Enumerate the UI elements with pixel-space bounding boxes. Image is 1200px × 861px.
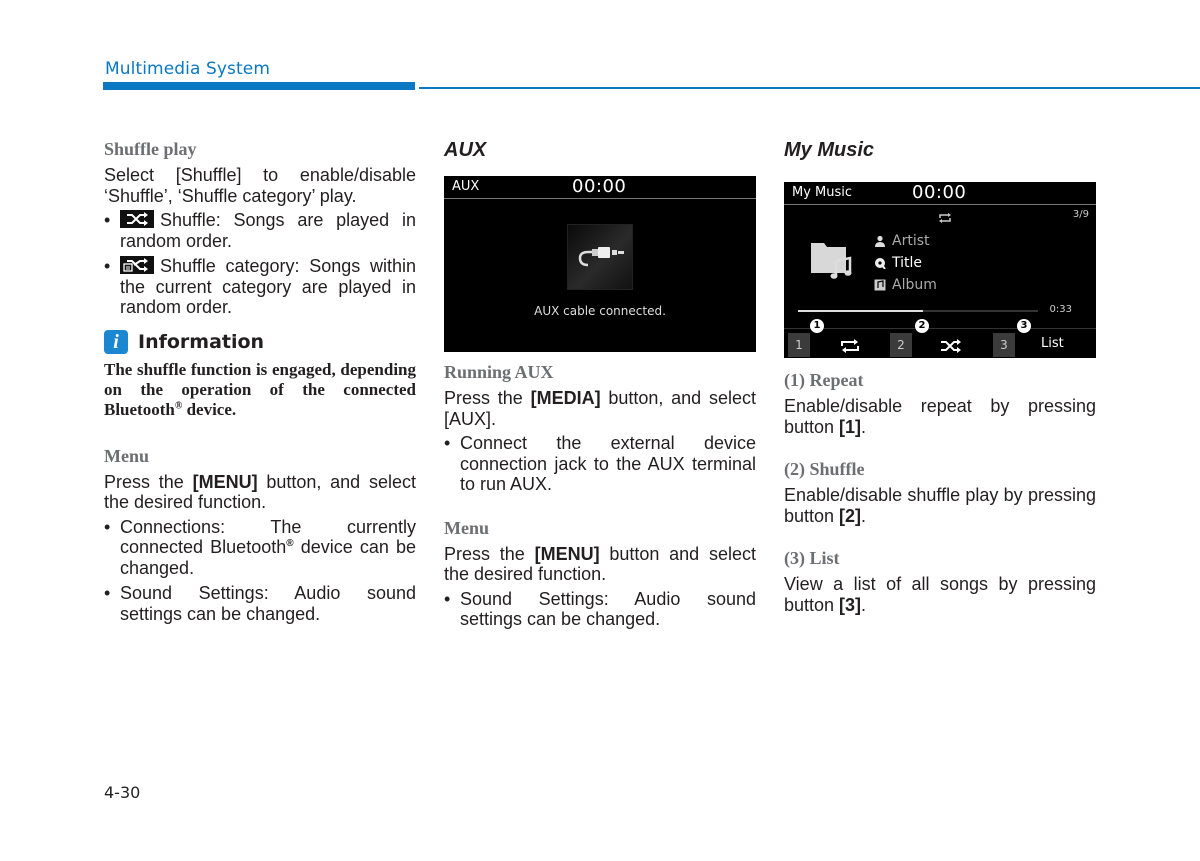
shuffle-play-heading: Shuffle play [104, 139, 197, 159]
my-music-clock: 00:00 [912, 182, 967, 203]
repeat-heading: (1) Repeat [784, 370, 864, 390]
button-2-shuffle[interactable]: 2 [890, 333, 912, 357]
shuffle-bullet-text: Shuffle: Songs are played in random orde… [120, 210, 416, 251]
aux-menu-pre: Press the [444, 543, 535, 564]
artist-icon [875, 235, 885, 247]
page-number: 4-30 [104, 783, 141, 802]
my-music-item-repeat: (1) Repeat Enable/disable repeat by pres… [784, 370, 1096, 437]
shuffle-heading: (2) Shuffle [784, 459, 865, 479]
button-ref-1: [1] [839, 416, 862, 437]
album-row: Album [874, 274, 937, 296]
menu-button-ref: [MENU] [192, 471, 258, 492]
shuffle-text: Enable/disable shuffle play by pressing … [784, 485, 1096, 526]
header-rule-thin [419, 87, 1200, 89]
progress-fill [798, 310, 923, 312]
list-text-pre: View a list of all songs by pressing but… [784, 574, 1096, 615]
shuffle-text-post: . [861, 505, 867, 526]
callout-1: 1 [810, 319, 824, 333]
information-text-main: The shuffle function is engaged, dependi… [104, 359, 416, 419]
title-row: Title [874, 252, 937, 274]
shuffle-category-icon [120, 256, 154, 274]
repeat-text-post: . [861, 416, 867, 437]
aux-screen: AUX 00:00 AUX cable connected. [444, 176, 756, 352]
information-text-end: device. [182, 399, 237, 419]
button-ref-3: [3] [839, 594, 862, 615]
aux-status-message: AUX cable connected. [534, 304, 666, 318]
button-ref-2: [2] [839, 505, 862, 526]
running-aux-bullets: Connect the external device connection j… [444, 433, 756, 495]
aux-heading: AUX [444, 139, 487, 161]
repeat-icon[interactable] [840, 339, 860, 353]
my-music-screen: My Music 00:00 3/9 Artist Title Album 0:… [784, 182, 1096, 358]
aux-menu-intro: Press the [MENU] button and select the d… [444, 544, 756, 585]
aux-screen-topbar: AUX 00:00 [444, 176, 756, 199]
aux-menu-heading: Menu [444, 517, 489, 538]
music-folder-icon [810, 239, 856, 285]
information-title: Information [138, 330, 265, 353]
my-music-item-list: (3) List View a list of all songs by pre… [784, 548, 1096, 615]
callout-3: 3 [1017, 319, 1031, 333]
list-text: View a list of all songs by pressing but… [784, 574, 1096, 615]
artist-name: Artist [892, 233, 930, 249]
info-icon: i [104, 329, 128, 354]
track-count: 3/9 [1072, 209, 1089, 220]
aux-cable-icon [567, 224, 633, 290]
column-shuffle: Shuffle play Select [Shuffle] to enable/… [104, 139, 416, 629]
media-button-ref: [MEDIA] [530, 388, 601, 408]
shuffle-icon [120, 210, 154, 228]
list-text-post: . [861, 594, 867, 615]
running-aux-heading: Running AUX [444, 362, 554, 382]
header-rule-thick [103, 82, 415, 90]
list-item: Connect the external device connection j… [444, 433, 756, 495]
registered-mark: ® [286, 538, 294, 549]
list-item: Shuffle: Songs are played in random orde… [104, 210, 416, 251]
my-music-heading: My Music [784, 139, 875, 161]
list-item: Shuffle category: Songs within the curre… [104, 256, 416, 318]
information-header: i Information [104, 329, 416, 354]
column-aux: AUX AUX 00:00 AUX cable connected. Runni… [444, 139, 756, 635]
running-aux-intro: Press the [MEDIA] button, and select [AU… [444, 388, 756, 429]
aux-menu-bullets: Sound Settings: Audio sound settings can… [444, 589, 756, 630]
list-heading: (3) List [784, 548, 840, 568]
my-music-label: My Music [792, 185, 853, 200]
list-item: Connections: The currently connected Blu… [104, 517, 416, 579]
menu-button-ref: [MENU] [534, 543, 600, 564]
progress-bar[interactable] [798, 310, 1038, 312]
aux-screen-clock: 00:00 [572, 176, 627, 197]
button-1-repeat[interactable]: 1 [788, 333, 810, 357]
repeat-text: Enable/disable repeat by pressing button… [784, 396, 1096, 437]
shuffle-icon[interactable] [940, 339, 962, 353]
menu-intro: Press the [MENU] button, and select the … [104, 472, 416, 513]
shuffle-category-bullet-text: Shuffle category: Songs within the curre… [120, 256, 416, 317]
menu-intro-pre: Press the [104, 471, 193, 492]
artist-row: Artist [874, 230, 937, 252]
my-music-item-shuffle: (2) Shuffle Enable/disable shuffle play … [784, 459, 1096, 526]
list-item: Sound Settings: Audio sound settings can… [104, 583, 416, 624]
album-icon [874, 279, 886, 291]
section-title: Multimedia System [105, 59, 271, 79]
running-aux-pre: Press the [444, 388, 531, 408]
track-info: Artist Title Album [874, 230, 937, 296]
my-music-control-bar: 1 1 2 2 3 3 List [784, 319, 1096, 359]
menu-bullets: Connections: The currently connected Blu… [104, 517, 416, 625]
list-button[interactable]: List [1041, 336, 1064, 351]
track-title: Title [892, 255, 923, 271]
column-my-music: My Music My Music 00:00 3/9 Artist Title… [784, 139, 1096, 615]
shuffle-play-intro: Select [Shuffle] to enable/disable ‘Shuf… [104, 165, 416, 206]
callout-2: 2 [915, 319, 929, 333]
shuffle-text-pre: Enable/disable shuffle play by pressing … [784, 485, 1096, 526]
information-text: The shuffle function is engaged, dependi… [104, 360, 416, 420]
repeat-text-pre: Enable/disable repeat by pressing button [784, 396, 1096, 437]
my-music-topbar: My Music 00:00 [784, 182, 1096, 205]
repeat-status-icon [938, 208, 952, 227]
list-item: Sound Settings: Audio sound settings can… [444, 589, 756, 630]
aux-screen-label: AUX [452, 179, 480, 194]
album-name: Album [892, 277, 937, 293]
menu-heading: Menu [104, 445, 149, 466]
title-disc-icon [875, 258, 886, 269]
elapsed-time: 0:33 [1049, 304, 1072, 315]
button-3-list[interactable]: 3 [993, 333, 1015, 357]
shuffle-bullets: Shuffle: Songs are played in random orde… [104, 210, 416, 318]
